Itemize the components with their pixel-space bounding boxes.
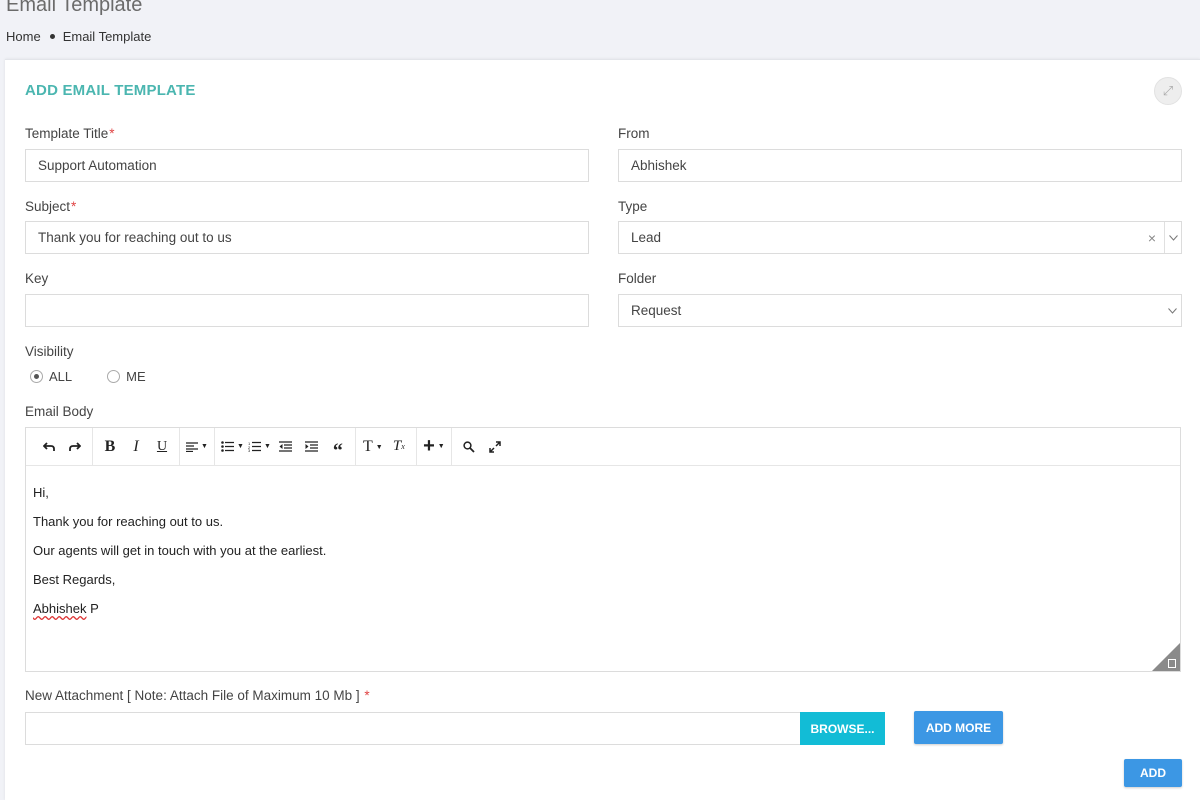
key-input[interactable] — [25, 294, 589, 327]
radio-button-all[interactable] — [30, 370, 43, 383]
template-title-value: Support Automation — [38, 158, 157, 173]
numbered-list-icon[interactable]: 1 2 3 ▼ — [246, 434, 273, 460]
subject-value: Thank you for reaching out to us — [38, 230, 232, 245]
card-title: ADD EMAIL TEMPLATE — [25, 82, 196, 99]
resize-handle-icon[interactable] — [1152, 643, 1180, 671]
fullscreen-icon[interactable] — [482, 434, 508, 460]
signature-last-name: P — [86, 601, 99, 616]
indent-icon[interactable] — [299, 434, 325, 460]
folder-label: Folder — [618, 271, 657, 286]
visibility-option-all[interactable]: ALL — [30, 369, 72, 384]
subject-label: Subject* — [25, 199, 76, 214]
expand-card-button[interactable]: ⤢ — [1154, 77, 1182, 105]
required-marker: * — [364, 688, 370, 703]
breadcrumb-home[interactable]: Home — [6, 29, 41, 44]
email-body-label: Email Body — [25, 404, 94, 419]
visibility-radio-group: ALL ME — [30, 369, 181, 384]
visibility-label: Visibility — [25, 344, 74, 359]
add-more-button[interactable]: ADD MORE — [914, 711, 1003, 744]
key-label: Key — [25, 271, 49, 286]
from-label: From — [618, 126, 650, 141]
folder-value: Request — [631, 303, 682, 318]
align-icon[interactable]: ▼ — [184, 434, 210, 460]
clear-icon[interactable]: × — [1140, 230, 1164, 246]
attachment-file-input[interactable] — [25, 712, 801, 745]
body-line: Hi, — [33, 485, 49, 500]
radio-button-me[interactable] — [107, 370, 121, 383]
body-signature: Abhishek P — [33, 602, 1173, 616]
expand-icon: ⤢ — [1162, 83, 1174, 98]
visibility-option-all-label: ALL — [49, 369, 73, 384]
toolbar-group-view — [452, 428, 512, 466]
required-marker: * — [109, 126, 115, 141]
visibility-option-me[interactable]: ME — [107, 369, 146, 384]
underline-icon[interactable]: U — [149, 434, 175, 460]
italic-icon[interactable]: I — [123, 434, 149, 460]
search-icon[interactable] — [456, 434, 482, 460]
folder-select[interactable]: Request — [618, 294, 1182, 327]
insert-icon[interactable]: + ▼ — [421, 434, 447, 460]
toolbar-group-format: B I U — [93, 427, 180, 466]
body-line: Thank you for reaching out to us. — [33, 514, 224, 529]
subject-input[interactable]: Thank you for reaching out to us — [25, 221, 589, 254]
attachment-label-text: New Attachment [ Note: Attach File of Ma… — [25, 688, 360, 703]
email-body-content[interactable]: Hi, Thank you for reaching out to us. Ou… — [26, 466, 1180, 651]
toolbar-group-history — [32, 427, 93, 466]
visibility-option-me-label: ME — [126, 369, 146, 384]
chevron-down-icon[interactable] — [1164, 222, 1181, 253]
undo-icon[interactable] — [36, 434, 62, 460]
attachment-label: New Attachment [ Note: Attach File of Ma… — [25, 688, 370, 703]
redo-icon[interactable] — [62, 434, 88, 460]
type-select[interactable]: Lead × — [618, 221, 1182, 254]
required-marker: * — [71, 199, 77, 214]
blockquote-icon[interactable]: “ — [325, 434, 351, 461]
bold-icon[interactable]: B — [97, 434, 123, 460]
bullet-list-icon[interactable]: ▼ — [219, 434, 246, 460]
toolbar-group-text: T ▼ Tx — [356, 427, 417, 466]
toolbar-group-insert: + ▼ — [417, 427, 452, 466]
outdent-icon[interactable] — [273, 434, 299, 460]
svg-text:3: 3 — [248, 448, 251, 452]
template-title-label: Template Title* — [25, 126, 115, 141]
signature-first-name: Abhishek — [33, 601, 87, 616]
page-title: Email Template — [6, 0, 143, 16]
editor-toolbar: B I U ▼ ▼ 1 2 3 ▼ “ T ▼ T x + ▼ — [26, 427, 1180, 466]
chevron-down-icon[interactable] — [1164, 295, 1181, 326]
body-line: Best Regards, — [33, 572, 116, 587]
template-title-label-text: Template Title — [25, 126, 109, 141]
breadcrumb-current: Email Template — [62, 29, 152, 44]
breadcrumb: Home Email Template — [6, 29, 151, 44]
from-value: Abhishek — [631, 158, 687, 173]
browse-button[interactable]: BROWSE... — [800, 712, 885, 745]
email-body-editor: B I U ▼ ▼ 1 2 3 ▼ “ T ▼ T x + ▼ Hi, Than… — [25, 427, 1181, 672]
type-label: Type — [618, 199, 648, 214]
template-title-input[interactable]: Support Automation — [25, 149, 589, 182]
type-value: Lead — [631, 230, 662, 245]
subject-label-text: Subject — [25, 199, 71, 214]
font-size-icon[interactable]: T ▼ — [360, 434, 386, 460]
breadcrumb-separator — [49, 34, 55, 39]
toolbar-group-lists: ▼ 1 2 3 ▼ “ — [215, 427, 356, 466]
from-input[interactable]: Abhishek — [618, 149, 1182, 182]
body-line: Our agents will get in touch with you at… — [33, 543, 327, 558]
clear-format-icon[interactable]: Tx — [386, 434, 412, 460]
email-template-card: ADD EMAIL TEMPLATE ⤢ Template Title* Sup… — [5, 59, 1200, 800]
toolbar-group-align: ▼ — [180, 427, 215, 466]
add-button[interactable]: ADD — [1124, 759, 1182, 787]
